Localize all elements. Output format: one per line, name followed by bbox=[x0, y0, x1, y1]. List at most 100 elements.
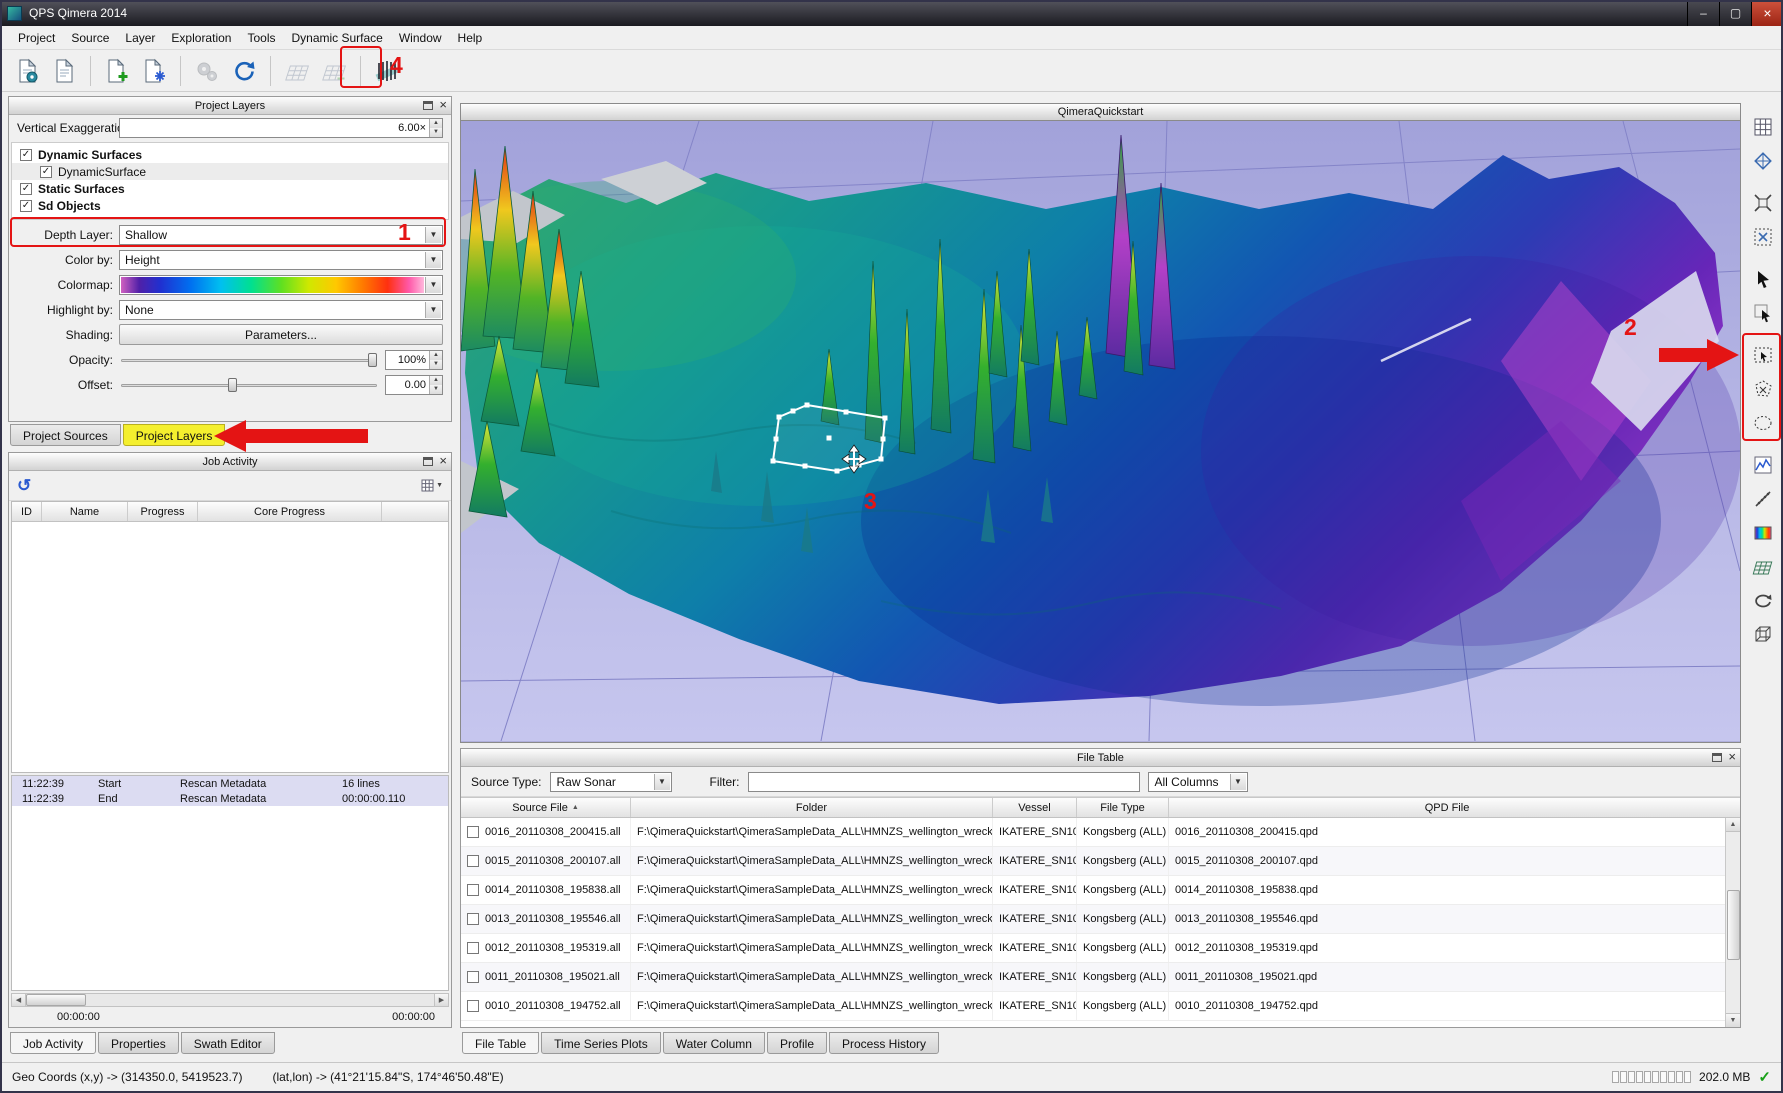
float-panel-icon[interactable] bbox=[1712, 753, 1722, 762]
log-row[interactable]: 11:22:39 End Rescan Metadata 00:00:00.11… bbox=[12, 791, 448, 806]
column-id[interactable]: ID bbox=[12, 502, 42, 521]
scrollbar-thumb[interactable] bbox=[26, 994, 86, 1006]
add-processed-files-button[interactable] bbox=[137, 54, 171, 88]
log-row[interactable]: 11:22:39 Start Rescan Metadata 16 lines bbox=[12, 776, 448, 791]
colormap-tool-button[interactable] bbox=[1748, 518, 1778, 548]
scroll-right-icon[interactable]: ▶ bbox=[434, 994, 448, 1006]
row-checkbox[interactable] bbox=[467, 942, 479, 954]
row-checkbox[interactable] bbox=[467, 826, 479, 838]
spinner-buttons[interactable]: ▲▼ bbox=[429, 376, 442, 394]
polygon-select-tool-button[interactable] bbox=[1748, 374, 1778, 404]
column-progress[interactable]: Progress bbox=[128, 502, 198, 521]
column-options-button[interactable]: ▼ bbox=[421, 479, 443, 492]
depth-layer-combobox[interactable]: Shallow▼ bbox=[119, 225, 443, 245]
offset-slider[interactable] bbox=[119, 375, 379, 395]
opacity-slider[interactable] bbox=[119, 350, 379, 370]
scrollbar-thumb[interactable] bbox=[1727, 890, 1740, 960]
menu-tools[interactable]: Tools bbox=[239, 28, 283, 48]
perspective-view-button[interactable] bbox=[1748, 620, 1778, 650]
rotate-view-button[interactable] bbox=[1748, 586, 1778, 616]
tab-job-activity[interactable]: Job Activity bbox=[10, 1032, 96, 1054]
tree-item-dynamicsurface[interactable]: DynamicSurface bbox=[12, 163, 448, 180]
filter-input[interactable] bbox=[748, 772, 1140, 792]
chevron-down-icon[interactable]: ▼ bbox=[425, 252, 441, 268]
spinner-buttons[interactable]: ▲▼ bbox=[429, 351, 442, 369]
menu-source[interactable]: Source bbox=[63, 28, 117, 48]
menu-dynamic-surface[interactable]: Dynamic Surface bbox=[283, 28, 390, 48]
menu-exploration[interactable]: Exploration bbox=[163, 28, 239, 48]
tab-time-series-plots[interactable]: Time Series Plots bbox=[541, 1032, 661, 1054]
processing-settings-button[interactable] bbox=[190, 54, 224, 88]
table-row[interactable]: 0012_20110308_195319.all F:\QimeraQuicks… bbox=[461, 934, 1740, 963]
horizontal-scrollbar[interactable]: ◀ ▶ bbox=[11, 993, 449, 1007]
row-checkbox[interactable] bbox=[467, 1000, 479, 1012]
table-row[interactable]: 0016_20110308_200415.all F:\QimeraQuicks… bbox=[461, 818, 1740, 847]
tree-item-sd-objects[interactable]: Sd Objects bbox=[12, 197, 448, 214]
shading-parameters-button[interactable]: Parameters... bbox=[119, 324, 443, 345]
surface-view-button[interactable] bbox=[1748, 552, 1778, 582]
table-row[interactable]: 0010_20110308_194752.all F:\QimeraQuicks… bbox=[461, 992, 1740, 1021]
tab-file-table[interactable]: File Table bbox=[462, 1032, 539, 1054]
area-editor-button[interactable] bbox=[370, 54, 404, 88]
tab-project-sources[interactable]: Project Sources bbox=[10, 424, 121, 446]
open-project-button[interactable] bbox=[47, 54, 81, 88]
column-vessel[interactable]: Vessel bbox=[993, 798, 1077, 817]
close-panel-icon[interactable]: × bbox=[439, 456, 447, 466]
tab-water-column[interactable]: Water Column bbox=[663, 1032, 765, 1054]
minimize-button[interactable]: – bbox=[1687, 0, 1719, 26]
column-folder[interactable]: Folder bbox=[631, 798, 993, 817]
offset-spinbox[interactable]: 0.00▲▼ bbox=[385, 375, 443, 395]
row-checkbox[interactable] bbox=[467, 884, 479, 896]
table-row[interactable]: 0013_20110308_195546.all F:\QimeraQuicks… bbox=[461, 905, 1740, 934]
pointer-tool-button[interactable] bbox=[1748, 264, 1778, 294]
chevron-down-icon[interactable]: ▼ bbox=[1230, 774, 1246, 790]
vertical-exaggeration-field[interactable]: 6.00× ▲▼ bbox=[119, 118, 443, 138]
close-panel-icon[interactable]: × bbox=[1728, 752, 1736, 762]
column-file-type[interactable]: File Type bbox=[1077, 798, 1169, 817]
row-checkbox[interactable] bbox=[467, 971, 479, 983]
tab-profile[interactable]: Profile bbox=[767, 1032, 827, 1054]
scroll-left-icon[interactable]: ◀ bbox=[12, 994, 26, 1006]
rescan-project-button[interactable] bbox=[227, 54, 261, 88]
colormap-combobox[interactable]: ▼ bbox=[119, 275, 443, 295]
highlight-by-combobox[interactable]: None▼ bbox=[119, 300, 443, 320]
spinner-buttons[interactable]: ▲▼ bbox=[429, 119, 442, 137]
add-raw-sonar-files-button[interactable] bbox=[100, 54, 134, 88]
columns-filter-combobox[interactable]: All Columns▼ bbox=[1148, 772, 1248, 792]
tab-project-layers[interactable]: Project Layers bbox=[123, 424, 226, 446]
tree-item-dynamic-surfaces[interactable]: Dynamic Surfaces bbox=[12, 146, 448, 163]
grid-view-button[interactable] bbox=[1748, 112, 1778, 142]
profile-tool-button[interactable] bbox=[1748, 450, 1778, 480]
close-button[interactable]: × bbox=[1751, 0, 1783, 26]
checkbox[interactable] bbox=[20, 149, 32, 161]
chevron-down-icon[interactable]: ▼ bbox=[425, 277, 441, 293]
color-by-combobox[interactable]: Height▼ bbox=[119, 250, 443, 270]
measure-tool-button[interactable] bbox=[1748, 484, 1778, 514]
zoom-extents-button[interactable] bbox=[1748, 188, 1778, 218]
menu-layer[interactable]: Layer bbox=[117, 28, 163, 48]
ellipse-select-tool-button[interactable] bbox=[1748, 408, 1778, 438]
chevron-down-icon[interactable]: ▼ bbox=[425, 227, 441, 243]
source-type-combobox[interactable]: Raw Sonar▼ bbox=[550, 772, 672, 792]
create-dynamic-surface-button[interactable] bbox=[280, 54, 314, 88]
table-row[interactable]: 0011_20110308_195021.all F:\QimeraQuicks… bbox=[461, 963, 1740, 992]
opacity-spinbox[interactable]: 100%▲▼ bbox=[385, 350, 443, 370]
tab-process-history[interactable]: Process History bbox=[829, 1032, 939, 1054]
undo-icon[interactable]: ↺ bbox=[17, 476, 31, 496]
vertical-scrollbar[interactable]: ▲ ▼ bbox=[1725, 818, 1740, 1027]
scroll-up-icon[interactable]: ▲ bbox=[1726, 818, 1740, 832]
maximize-button[interactable]: ▢ bbox=[1719, 0, 1751, 26]
menu-project[interactable]: Project bbox=[10, 28, 63, 48]
close-panel-icon[interactable]: × bbox=[439, 100, 447, 110]
column-qpd-file[interactable]: QPD File bbox=[1169, 798, 1725, 817]
row-checkbox[interactable] bbox=[467, 913, 479, 925]
column-core-progress[interactable]: Core Progress bbox=[198, 502, 382, 521]
row-checkbox[interactable] bbox=[467, 855, 479, 867]
rectangle-select-tool-button[interactable] bbox=[1748, 340, 1778, 370]
zoom-selection-button[interactable] bbox=[1748, 222, 1778, 252]
column-source-file[interactable]: Source File▲ bbox=[461, 798, 631, 817]
mesh-view-button[interactable] bbox=[1748, 146, 1778, 176]
tree-item-static-surfaces[interactable]: Static Surfaces bbox=[12, 180, 448, 197]
new-project-button[interactable] bbox=[10, 54, 44, 88]
checkbox[interactable] bbox=[40, 166, 52, 178]
